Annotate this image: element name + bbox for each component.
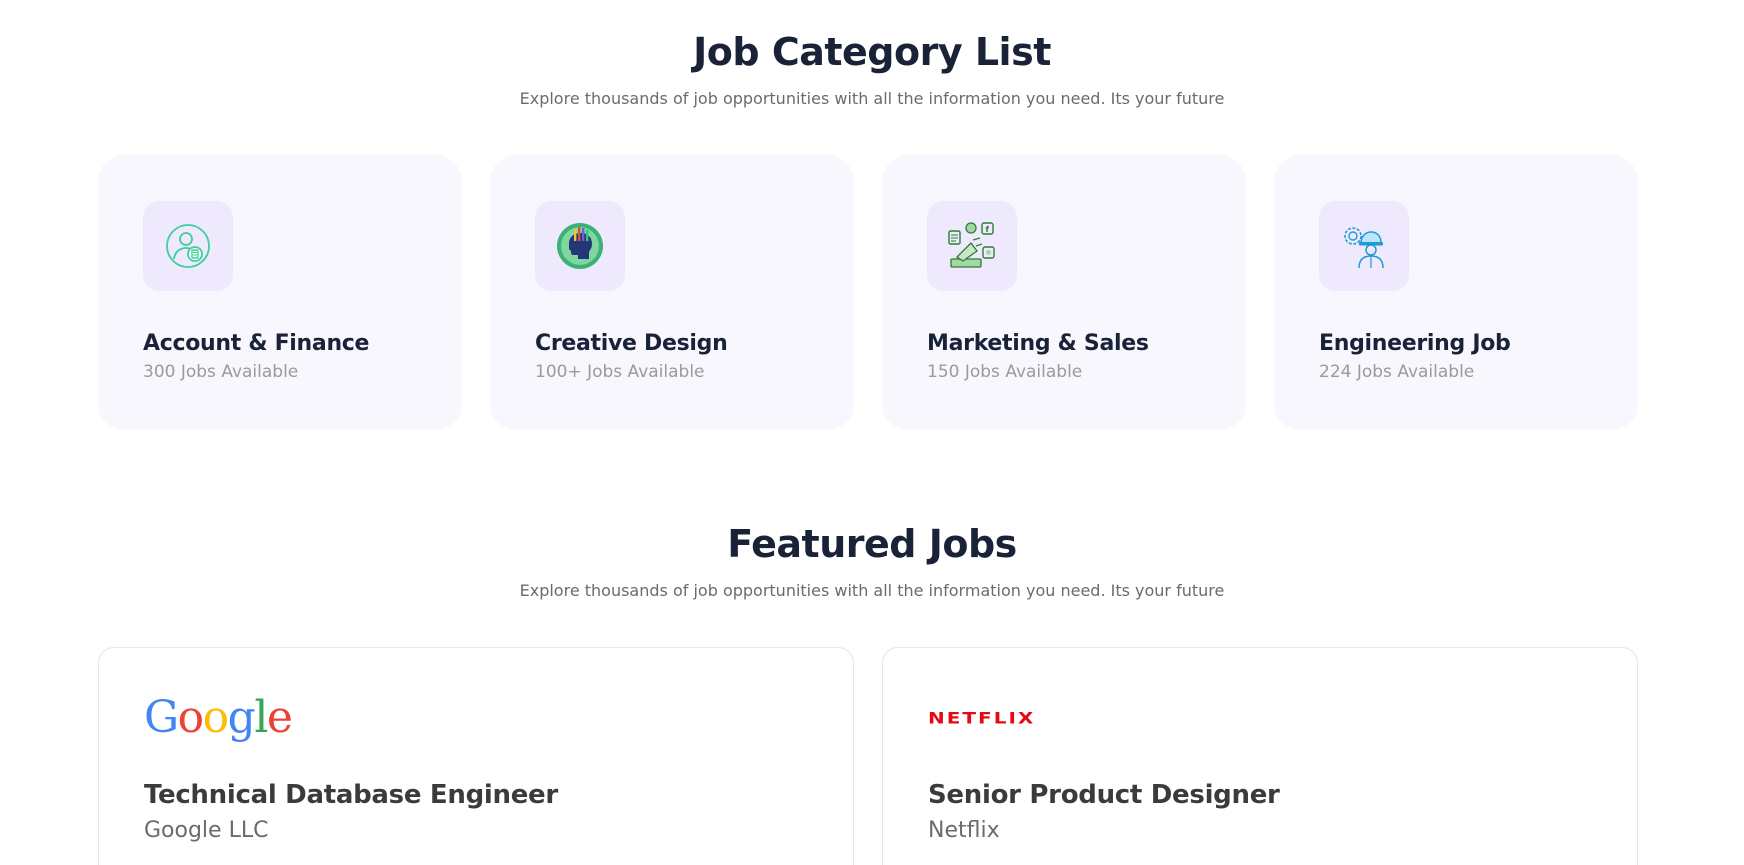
category-job-count: 150 Jobs Available	[927, 362, 1083, 382]
marketing-sales-icon: f	[927, 201, 1017, 291]
category-section-subtitle: Explore thousands of job opportunities w…	[519, 89, 1225, 108]
featured-section-title: Featured Jobs	[727, 522, 1017, 566]
netflix-logo: NETFLIX	[928, 690, 1592, 746]
page: Job Category List Explore thousands of j…	[0, 0, 1744, 865]
netflix-logo-text: NETFLIX	[928, 708, 1036, 728]
google-logo-text: Google	[144, 692, 293, 743]
category-card-creative-design[interactable]: Creative Design 100+ Jobs Available	[490, 155, 854, 430]
category-name: Marketing & Sales	[927, 331, 1149, 356]
category-section-title: Job Category List	[693, 30, 1051, 74]
featured-section-subtitle: Explore thousands of job opportunities w…	[519, 581, 1225, 600]
featured-job-list: Google Technical Database Engineer Googl…	[98, 647, 1638, 865]
category-job-count: 224 Jobs Available	[1319, 362, 1475, 382]
job-company: Netflix	[928, 818, 1000, 843]
category-card-engineering[interactable]: Engineering Job 224 Jobs Available	[1274, 155, 1638, 430]
job-title: Senior Product Designer	[928, 780, 1280, 810]
featured-section-header: Featured Jobs Explore thousands of job o…	[0, 522, 1744, 600]
category-job-count: 100+ Jobs Available	[535, 362, 705, 382]
account-finance-icon	[143, 201, 233, 291]
job-card-google[interactable]: Google Technical Database Engineer Googl…	[98, 647, 854, 865]
google-logo: Google	[144, 690, 808, 746]
engineering-icon	[1319, 201, 1409, 291]
category-list: Account & Finance 300 Jobs Available Cre…	[98, 155, 1638, 430]
creative-design-icon	[535, 201, 625, 291]
category-section-header: Job Category List Explore thousands of j…	[0, 30, 1744, 108]
category-name: Engineering Job	[1319, 331, 1511, 356]
job-title: Technical Database Engineer	[144, 780, 558, 810]
job-card-netflix[interactable]: NETFLIX Senior Product Designer Netflix	[882, 647, 1638, 865]
category-name: Creative Design	[535, 331, 728, 356]
category-job-count: 300 Jobs Available	[143, 362, 299, 382]
category-card-account-finance[interactable]: Account & Finance 300 Jobs Available	[98, 155, 462, 430]
category-card-marketing-sales[interactable]: f Marketing & Sales 150 Jobs Available	[882, 155, 1246, 430]
svg-text:f: f	[986, 225, 990, 234]
category-name: Account & Finance	[143, 331, 370, 356]
job-company: Google LLC	[144, 818, 269, 843]
